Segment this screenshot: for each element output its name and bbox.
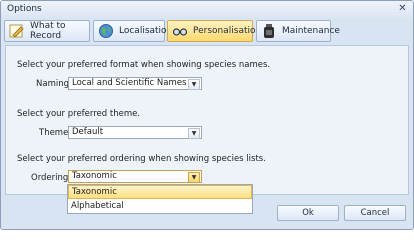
option-taxonomic[interactable]: Taxonomic bbox=[68, 185, 252, 199]
option-alphabetical[interactable]: Alphabetical bbox=[68, 199, 252, 213]
naming-label: Naming: bbox=[36, 79, 72, 89]
tab-label: Maintenance bbox=[282, 26, 340, 36]
dropdown-arrow-icon[interactable]: ▼ bbox=[188, 172, 200, 183]
tab-label: What to Record bbox=[30, 21, 66, 41]
pencil-icon bbox=[9, 23, 25, 39]
theme-value: Default bbox=[72, 127, 104, 137]
ordering-label: Ordering: bbox=[31, 173, 72, 183]
glasses-icon bbox=[172, 23, 188, 39]
window-title: Options bbox=[7, 4, 42, 14]
tab-label: Personalisation bbox=[193, 26, 262, 36]
theme-label: Theme: bbox=[39, 128, 72, 138]
dropdown-arrow-icon[interactable]: ▼ bbox=[188, 79, 200, 90]
ordering-description: Select your preferred ordering when show… bbox=[17, 154, 266, 164]
naming-description: Select your preferred format when showin… bbox=[17, 60, 271, 70]
cancel-button[interactable]: Cancel bbox=[344, 205, 406, 221]
close-button[interactable]: ✕ bbox=[396, 3, 409, 15]
tab-localisation[interactable]: Localisation bbox=[93, 20, 172, 42]
options-dialog: Options ✕ What to Record Localisation Pe… bbox=[0, 0, 414, 230]
personalisation-panel: Select your preferred format when showin… bbox=[5, 45, 409, 195]
ordering-value: Taxonomic bbox=[72, 171, 117, 181]
ordering-dropdown-list: Taxonomic Alphabetical bbox=[67, 184, 253, 214]
globe-icon bbox=[98, 23, 114, 39]
theme-select[interactable]: Default ▼ bbox=[68, 126, 202, 139]
tab-what-to-record[interactable]: What to Record bbox=[4, 20, 90, 42]
naming-select[interactable]: Local and Scientific Names ▼ bbox=[68, 77, 202, 90]
tab-label: Localisation bbox=[119, 26, 173, 36]
ordering-select[interactable]: Taxonomic ▼ bbox=[68, 170, 202, 183]
title-bar: Options ✕ bbox=[1, 1, 413, 18]
theme-description: Select your preferred theme. bbox=[17, 109, 141, 119]
tab-personalisation[interactable]: Personalisation bbox=[167, 20, 261, 42]
naming-value: Local and Scientific Names bbox=[72, 78, 187, 88]
jar-icon bbox=[261, 23, 277, 39]
ok-button[interactable]: Ok bbox=[277, 205, 339, 221]
dropdown-arrow-icon[interactable]: ▼ bbox=[188, 128, 200, 139]
tab-maintenance[interactable]: Maintenance bbox=[256, 20, 340, 42]
tab-bar: What to Record Localisation Personalisat… bbox=[4, 19, 410, 44]
